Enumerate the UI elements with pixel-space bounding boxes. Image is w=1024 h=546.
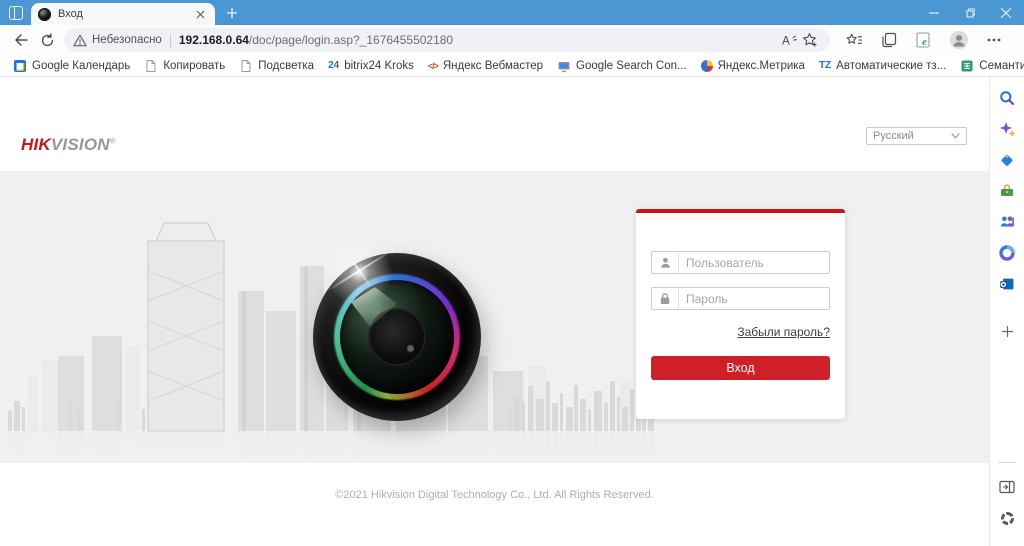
titlebar: Вход [0, 0, 1024, 25]
outlook-icon[interactable] [994, 271, 1020, 297]
minimize-button[interactable] [916, 0, 952, 25]
tab-title: Вход [58, 8, 83, 20]
bookmark-copy[interactable]: Копировать [137, 58, 232, 74]
camera-favicon-icon [38, 7, 51, 21]
new-tab-button[interactable] [224, 5, 240, 21]
sidebar-panel-toggle-icon[interactable] [994, 474, 1020, 500]
profile-avatar[interactable] [947, 28, 971, 52]
sidebar-settings-gear-icon[interactable] [994, 505, 1020, 531]
language-select[interactable]: Русский [866, 127, 967, 145]
tab-close-icon[interactable] [192, 6, 208, 22]
lock-icon [652, 288, 679, 309]
login-page: HIKVISION® Русский Пользователь Забыли п… [0, 77, 989, 546]
games-icon[interactable] [994, 209, 1020, 235]
copilot-sparkle-icon[interactable] [994, 116, 1020, 142]
bookmark-search-console[interactable]: Google Search Con... [550, 58, 694, 74]
yandex-metrika-icon [700, 59, 713, 72]
username-input[interactable] [679, 255, 829, 270]
copyright-text: ©2021 Hikvision Digital Technology Co., … [335, 489, 654, 501]
toolbar-right-icons: e [842, 28, 1006, 52]
url-text[interactable]: 192.168.0.64/doc/page/login.asp?_1676455… [179, 33, 453, 47]
language-value: Русский [873, 130, 914, 142]
url-path: /doc/page/login.asp?_1676455502180 [248, 33, 454, 47]
settings-menu-icon[interactable] [982, 28, 1006, 52]
page-header: HIKVISION® Русский [0, 77, 989, 171]
svg-text:e: e [922, 36, 927, 48]
document-icon [241, 59, 251, 72]
browser-tab[interactable]: Вход [31, 3, 215, 25]
login-button[interactable]: Вход [651, 356, 830, 380]
back-icon[interactable] [8, 27, 34, 53]
green-sheet-icon [961, 60, 973, 71]
bookmark-google-calendar[interactable]: Google Календарь [6, 58, 137, 74]
refresh-icon[interactable] [34, 27, 60, 53]
shopping-tag-icon[interactable] [994, 147, 1020, 173]
bookmark-bitrix24[interactable]: 24 bitrix24 Kroks [321, 59, 421, 73]
restore-button[interactable] [952, 0, 988, 25]
collections-icon[interactable] [877, 28, 901, 52]
window-controls [916, 0, 1024, 25]
favorites-icon[interactable] [842, 28, 866, 52]
divider [998, 462, 1016, 463]
read-aloud-icon[interactable]: A [777, 29, 799, 51]
document-icon [146, 59, 156, 72]
bookmarks-bar: Google Календарь Копировать Подсветка 24… [0, 55, 1024, 77]
card-accent-bar [636, 209, 845, 213]
tab-actions-icon[interactable] [9, 6, 23, 20]
user-icon [652, 252, 679, 273]
divider [169, 33, 171, 47]
sidebar-add-icon[interactable] [994, 318, 1020, 344]
url-host: 192.168.0.64 [178, 33, 249, 47]
browser-window: Вход Небезопасно 192.168.0.64/doc/page/l… [0, 0, 1024, 546]
ie-mode-icon[interactable]: e [912, 28, 936, 52]
forgot-password-link[interactable]: Забыли пароль? [737, 325, 830, 339]
security-label[interactable]: Небезопасно [92, 34, 162, 46]
bookmark-auto-tz[interactable]: TZ Автоматические тз... [812, 59, 953, 73]
close-window-button[interactable] [988, 0, 1024, 25]
hikvision-logo: HIKVISION® [21, 135, 116, 154]
not-secure-warning-icon [73, 34, 87, 46]
bitrix24-icon: 24 [328, 60, 340, 71]
yandex-webmaster-icon: </> [427, 60, 439, 71]
bookmark-semantics[interactable]: Семантика для htt... [953, 58, 1024, 74]
page-footer: ©2021 Hikvision Digital Technology Co., … [0, 463, 989, 546]
chevron-down-icon [951, 133, 960, 139]
login-card: Забыли пароль? Вход [636, 209, 845, 419]
svg-text:A: A [781, 34, 789, 47]
add-favorite-icon[interactable] [799, 29, 821, 51]
bookmark-highlight[interactable]: Подсветка [232, 58, 321, 74]
address-bar[interactable]: Небезопасно 192.168.0.64/doc/page/login.… [64, 28, 830, 52]
microsoft-365-icon[interactable] [994, 240, 1020, 266]
google-calendar-icon [14, 59, 26, 72]
toolbar: Небезопасно 192.168.0.64/doc/page/login.… [0, 25, 1024, 55]
bookmark-yandex-webmaster[interactable]: </> Яндекс Вебмастер [421, 59, 550, 73]
hero-banner: Забыли пароль? Вход [0, 171, 989, 463]
search-icon[interactable] [994, 85, 1020, 111]
edge-sidebar [989, 77, 1024, 546]
bookmark-yandex-metrika[interactable]: Яндекс.Метрика [694, 59, 812, 73]
search-console-icon [558, 61, 570, 72]
camera-lens-image [313, 235, 481, 421]
password-input[interactable] [679, 291, 829, 306]
username-field-wrap [651, 251, 830, 274]
tz-icon: TZ [818, 60, 832, 71]
toolbox-icon[interactable] [994, 178, 1020, 204]
password-field-wrap [651, 287, 830, 310]
lens-flare [321, 235, 397, 311]
